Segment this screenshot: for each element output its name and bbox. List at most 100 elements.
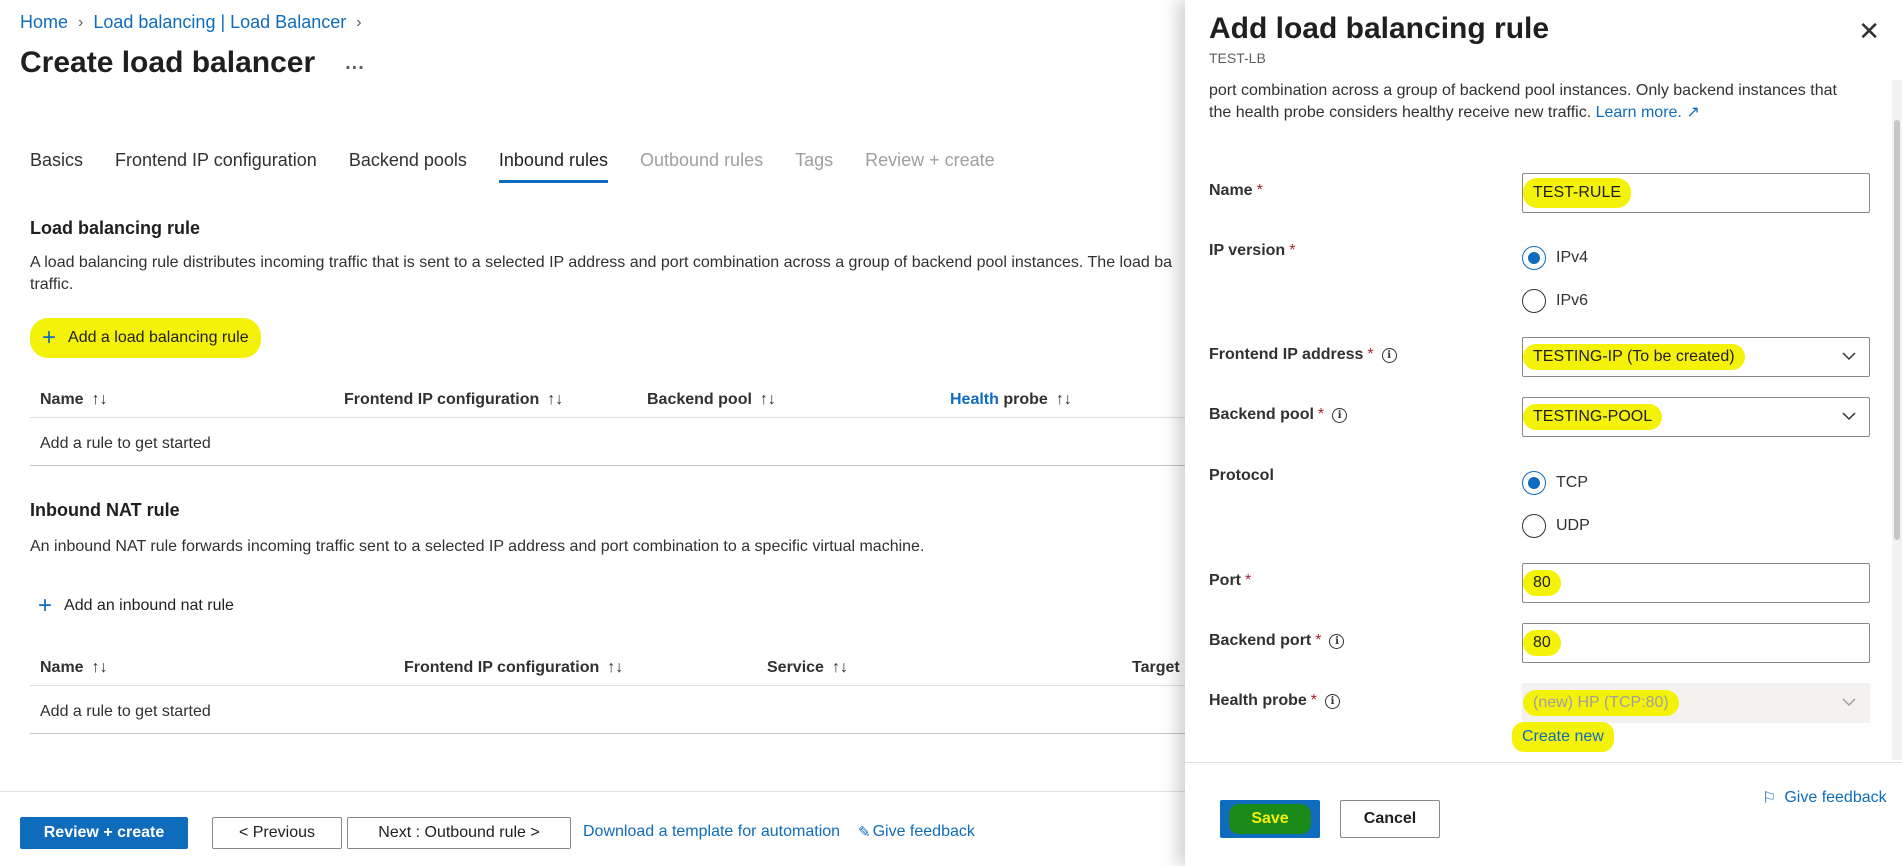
health-probe-label: Health probe * i bbox=[1209, 692, 1341, 710]
col-target[interactable]: Target bbox=[1132, 659, 1180, 677]
radio-ipv6[interactable]: IPv6 bbox=[1522, 289, 1588, 313]
info-icon[interactable]: i bbox=[1332, 407, 1348, 423]
panel-description: port combination across a group of backe… bbox=[1209, 80, 1849, 124]
panel-scrollbar[interactable] bbox=[1892, 80, 1902, 760]
col-backend-pool[interactable]: Backend pool ↑↓ bbox=[647, 391, 776, 409]
external-link-icon: ↗ bbox=[1686, 104, 1700, 121]
port-value: 80 bbox=[1523, 570, 1561, 596]
col-frontend-ip[interactable]: Frontend IP configuration ↑↓ bbox=[344, 391, 563, 409]
sort-icon: ↑↓ bbox=[1055, 390, 1072, 408]
frontend-ip-value: TESTING-IP (To be created) bbox=[1523, 344, 1745, 370]
breadcrumb-home[interactable]: Home bbox=[20, 12, 68, 33]
panel-desc-text: port combination across a group of backe… bbox=[1209, 82, 1837, 121]
port-label: Port * bbox=[1209, 572, 1252, 589]
plus-icon: + bbox=[38, 592, 53, 619]
backend-pool-label: Backend pool * i bbox=[1209, 406, 1348, 424]
give-feedback-label: Give feedback bbox=[872, 823, 975, 840]
info-icon[interactable]: i bbox=[1329, 633, 1345, 649]
lb-rule-title: Load balancing rule bbox=[30, 218, 201, 238]
lb-rule-description: A load balancing rule distributes incomi… bbox=[30, 252, 1180, 296]
info-icon[interactable]: i bbox=[1325, 693, 1341, 709]
lb-rule-table-header: Name ↑↓ Frontend IP configuration ↑↓ Backe… bbox=[30, 382, 1185, 418]
backend-pool-select[interactable]: TESTING-POOL bbox=[1522, 397, 1870, 437]
tab-inbound-rules[interactable]: Inbound rules bbox=[498, 150, 608, 183]
tab-outbound-rules[interactable]: Outbound rules bbox=[640, 150, 763, 183]
nat-rule-title: Inbound NAT rule bbox=[30, 500, 180, 520]
add-lb-rule-label: Add a load balancing rule bbox=[68, 329, 249, 346]
name-input-value: TEST-RULE bbox=[1523, 178, 1632, 208]
backend-port-value: 80 bbox=[1523, 630, 1561, 656]
page-title-text: Create load balancer bbox=[20, 46, 316, 79]
col-name[interactable]: Name ↑↓ bbox=[40, 659, 108, 677]
add-lb-rule-button[interactable]: + Add a load balancing rule bbox=[30, 318, 261, 358]
nat-rule-table-header: Name ↑↓ Frontend IP configuration ↑↓ Servi… bbox=[30, 650, 1185, 686]
feedback-icon: ⚐ bbox=[1762, 790, 1777, 807]
health-probe-value: (new) HP (TCP:80) bbox=[1523, 690, 1679, 716]
chevron-down-icon bbox=[1842, 352, 1856, 361]
breadcrumb: Home › Load balancing | Load Balancer › bbox=[20, 12, 372, 33]
breadcrumb-load-balancing[interactable]: Load balancing | Load Balancer bbox=[93, 12, 346, 33]
review-create-button[interactable]: Review + create bbox=[20, 817, 188, 849]
frontend-ip-label: Frontend IP address * i bbox=[1209, 346, 1397, 364]
panel-subtitle: TEST-LB bbox=[1209, 50, 1266, 66]
chevron-down-icon bbox=[1842, 698, 1856, 707]
chevron-right-icon: › bbox=[356, 13, 362, 31]
sort-icon: ↑↓ bbox=[547, 390, 564, 408]
health-probe-select[interactable]: (new) HP (TCP:80) bbox=[1522, 683, 1870, 723]
panel-footer-divider bbox=[1185, 762, 1902, 763]
lb-rule-desc-line2: traffic. bbox=[30, 276, 74, 293]
info-icon[interactable]: i bbox=[1381, 347, 1397, 363]
add-nat-rule-label: Add an inbound nat rule bbox=[64, 597, 234, 614]
lb-rule-empty-row: Add a rule to get started bbox=[30, 422, 1185, 466]
radio-ipv4[interactable]: IPv4 bbox=[1522, 246, 1588, 270]
col-frontend-ip[interactable]: Frontend IP configuration ↑↓ bbox=[404, 659, 623, 677]
download-template-link[interactable]: Download a template for automation bbox=[583, 823, 840, 841]
col-health-probe[interactable]: Health probe ↑↓ bbox=[950, 391, 1072, 409]
radio-udp[interactable]: UDP bbox=[1522, 514, 1590, 538]
col-name[interactable]: Name ↑↓ bbox=[40, 391, 108, 409]
backend-port-label: Backend port * i bbox=[1209, 632, 1345, 650]
sort-icon: ↑↓ bbox=[759, 390, 776, 408]
radio-tcp[interactable]: TCP bbox=[1522, 471, 1588, 495]
col-service[interactable]: Service ↑↓ bbox=[767, 659, 848, 677]
more-options-icon[interactable]: ... bbox=[345, 52, 365, 75]
ip-version-label: IP version * bbox=[1209, 242, 1296, 259]
close-icon[interactable]: ✕ bbox=[1858, 18, 1880, 44]
sort-icon: ↑↓ bbox=[831, 658, 848, 676]
backend-pool-value: TESTING-POOL bbox=[1523, 404, 1663, 430]
save-button[interactable]: Save bbox=[1220, 800, 1320, 838]
tab-frontend-ip-configuration[interactable]: Frontend IP configuration bbox=[115, 150, 317, 183]
cancel-button[interactable]: Cancel bbox=[1340, 800, 1440, 838]
nat-rule-empty-row: Add a rule to get started bbox=[30, 690, 1185, 734]
feedback-icon: ✎ bbox=[858, 824, 871, 841]
tab-backend-pools[interactable]: Backend pools bbox=[349, 150, 467, 183]
panel-title: Add load balancing rule bbox=[1209, 12, 1550, 45]
sort-icon: ↑↓ bbox=[91, 390, 108, 408]
save-label: Save bbox=[1229, 804, 1311, 834]
tab-review-create[interactable]: Review + create bbox=[865, 150, 995, 183]
name-input[interactable]: TEST-RULE bbox=[1522, 173, 1870, 213]
backend-port-input[interactable]: 80 bbox=[1522, 623, 1870, 663]
frontend-ip-select[interactable]: TESTING-IP (To be created) bbox=[1522, 337, 1870, 377]
radio-selected-icon bbox=[1522, 471, 1546, 495]
scrollbar-thumb[interactable] bbox=[1894, 120, 1900, 540]
port-input[interactable]: 80 bbox=[1522, 563, 1870, 603]
give-feedback-link[interactable]: ✎ Give feedback bbox=[858, 823, 975, 841]
next-button[interactable]: Next : Outbound rule > bbox=[347, 817, 571, 849]
page-title: Create load balancer ... bbox=[20, 46, 365, 80]
create-new-health-probe-link[interactable]: Create new bbox=[1512, 722, 1614, 752]
learn-more-link[interactable]: Learn more. ↗ bbox=[1596, 104, 1700, 121]
tab-bar: Basics Frontend IP configuration Backend… bbox=[30, 150, 1027, 183]
radio-empty-icon bbox=[1522, 289, 1546, 313]
add-nat-rule-button[interactable]: + Add an inbound nat rule bbox=[38, 594, 234, 618]
tab-tags[interactable]: Tags bbox=[795, 150, 833, 183]
plus-icon: + bbox=[42, 324, 57, 351]
previous-button[interactable]: < Previous bbox=[212, 817, 342, 849]
chevron-right-icon: › bbox=[78, 13, 84, 31]
sort-icon: ↑↓ bbox=[91, 658, 108, 676]
panel-give-feedback-link[interactable]: ⚐ Give feedback bbox=[1762, 788, 1887, 808]
radio-selected-icon bbox=[1522, 246, 1546, 270]
footer-divider bbox=[0, 791, 1185, 792]
sort-icon: ↑↓ bbox=[607, 658, 624, 676]
tab-basics[interactable]: Basics bbox=[30, 150, 83, 183]
